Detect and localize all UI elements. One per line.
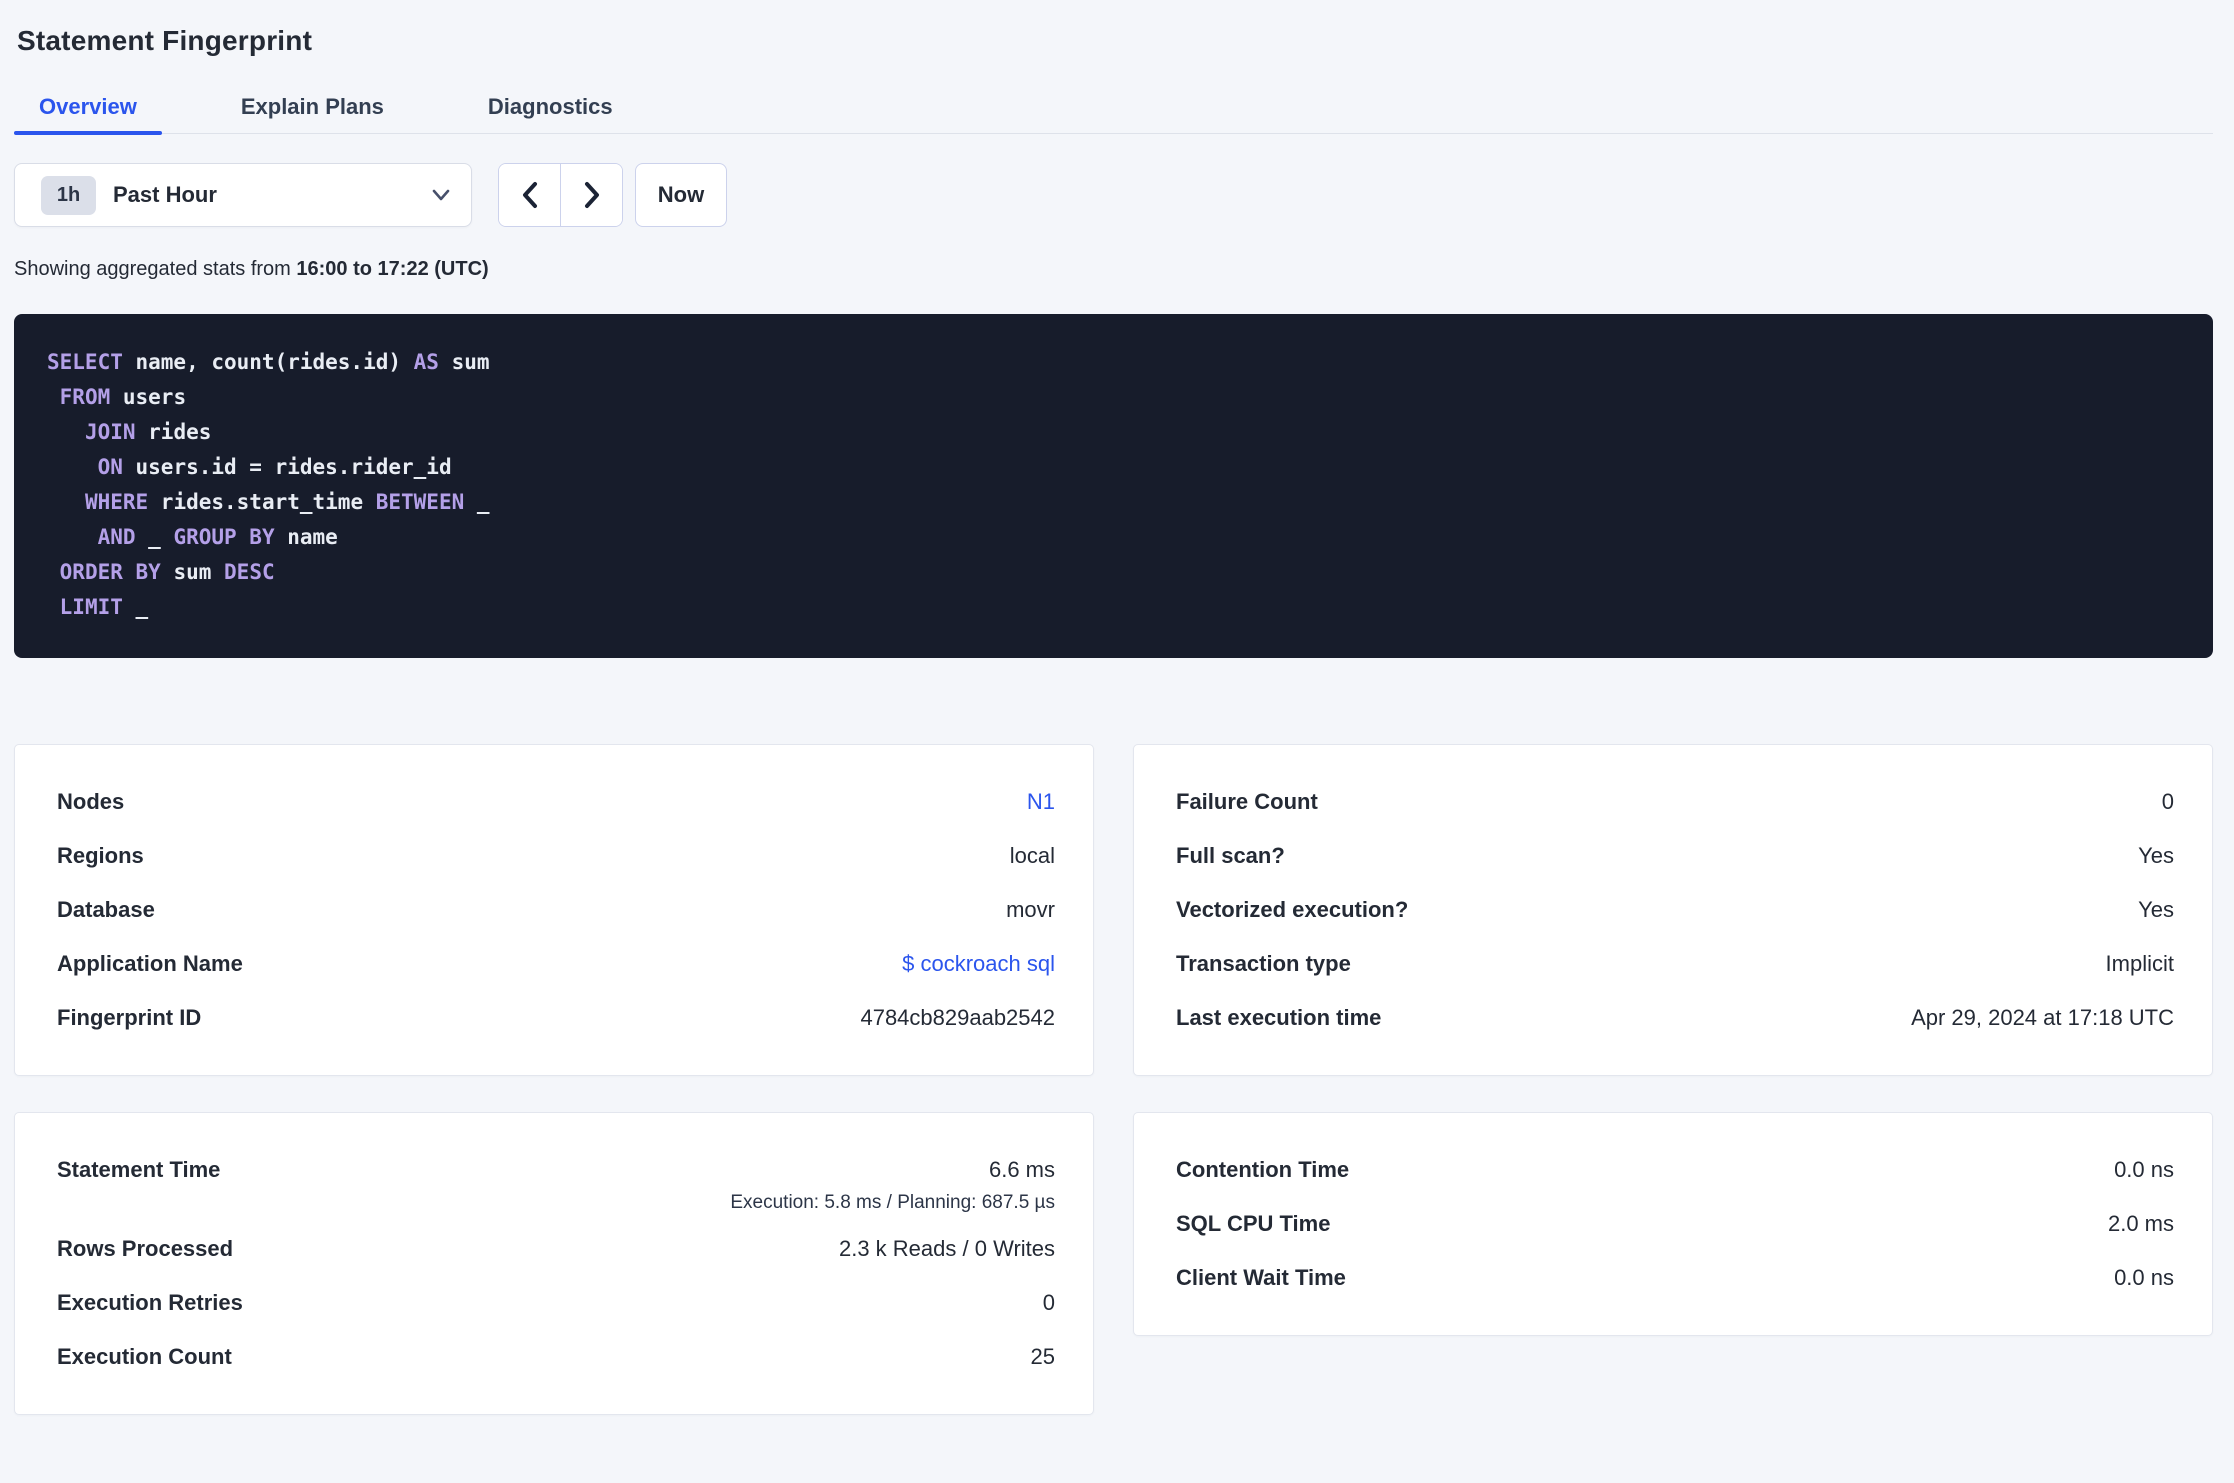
next-interval-button[interactable] [561, 164, 622, 226]
time-range-label: Past Hour [113, 182, 217, 207]
previous-interval-button[interactable] [499, 164, 561, 226]
row-label: Application Name [57, 951, 243, 976]
page-title: Statement Fingerprint [17, 25, 313, 56]
row-label: Database [57, 897, 155, 922]
row-label: Full scan? [1176, 843, 1285, 868]
row-label: Last execution time [1176, 1005, 1382, 1030]
row-database: Database movr [57, 899, 1055, 921]
statement-time-breakdown: Execution: 5.8 ms / Planning: 687.5 µs [730, 1192, 1055, 1213]
row-label: Statement Time [57, 1157, 221, 1182]
row-label: Failure Count [1176, 789, 1318, 814]
row-execution-count: Execution Count 25 [57, 1346, 1055, 1368]
chevron-down-icon [431, 188, 451, 202]
row-value: 2.0 ms [2107, 1211, 2174, 1236]
row-value: local [1009, 843, 1055, 868]
row-value: 25 [1030, 1344, 1055, 1369]
row-value: Yes [2138, 843, 2174, 868]
row-value: 0 [1042, 1290, 1055, 1315]
sql-line: ORDER BY sum DESC [59, 560, 275, 584]
row-failure-count: Failure Count 0 [1176, 791, 2174, 813]
wait-times-card: Contention Time 0.0 ns SQL CPU Time 2.0 … [1133, 1112, 2213, 1336]
now-button[interactable]: Now [635, 163, 727, 227]
sql-line: AND _ GROUP BY name [97, 525, 338, 549]
row-label: Contention Time [1176, 1157, 1350, 1182]
tab-explain-plans[interactable]: Explain Plans [216, 94, 409, 134]
nodes-link[interactable]: N1 [1027, 791, 1055, 813]
chevron-right-icon [583, 181, 601, 209]
row-label: Regions [57, 843, 144, 868]
row-value: Apr 29, 2024 at 17:18 UTC [1911, 1005, 2174, 1030]
row-last-execution-time: Last execution time Apr 29, 2024 at 17:1… [1176, 1007, 2174, 1029]
row-value: 2.3 k Reads / 0 Writes [838, 1236, 1055, 1261]
time-step-buttons [498, 163, 623, 227]
row-value: 0.0 ns [2114, 1157, 2174, 1182]
chevron-left-icon [521, 181, 539, 209]
stats-summary-prefix: Showing aggregated stats from [14, 258, 297, 280]
sql-line: FROM users [59, 385, 187, 409]
row-nodes: Nodes N1 [57, 791, 1055, 813]
time-range-dropdown[interactable]: 1h Past Hour [14, 163, 472, 227]
row-value: 6.6 ms [988, 1157, 1055, 1182]
time-range-badge: 1h [41, 175, 96, 215]
tab-overview[interactable]: Overview [14, 94, 162, 135]
stats-summary-range: 16:00 to 17:22 (UTC) [296, 258, 489, 280]
row-regions: Regions local [57, 845, 1055, 867]
execution-stats-card: Statement Time 6.6 ms Execution: 5.8 ms … [14, 1112, 1094, 1415]
tab-diagnostics[interactable]: Diagnostics [463, 94, 638, 134]
row-label: Client Wait Time [1176, 1265, 1346, 1290]
row-label: Transaction type [1176, 951, 1351, 976]
statement-details-card: Nodes N1 Regions local Database movr App… [14, 744, 1094, 1076]
row-value: 0.0 ns [2114, 1265, 2174, 1290]
sql-line: WHERE rides.start_time BETWEEN _ [84, 490, 490, 514]
statement-fingerprint-page: Statement Fingerprint Overview Explain P… [0, 25, 2234, 1415]
row-application-name: Application Name $ cockroach sql [57, 953, 1055, 975]
row-transaction-type: Transaction type Implicit [1176, 953, 2174, 975]
sql-line: LIMIT _ [59, 595, 149, 619]
row-execution-retries: Execution Retries 0 [57, 1292, 1055, 1314]
sql-line: ON users.id = rides.rider_id [97, 455, 452, 479]
summary-cards: Nodes N1 Regions local Database movr App… [14, 744, 2213, 1415]
row-full-scan: Full scan? Yes [1176, 845, 2174, 867]
row-value: Implicit [2105, 951, 2174, 976]
row-label: Fingerprint ID [57, 1005, 202, 1030]
row-label: Rows Processed [57, 1236, 234, 1261]
sql-line: JOIN rides [84, 420, 212, 444]
row-contention-time: Contention Time 0.0 ns [1176, 1159, 2174, 1181]
row-label: SQL CPU Time [1176, 1211, 1331, 1236]
row-sql-cpu-time: SQL CPU Time 2.0 ms [1176, 1213, 2174, 1235]
row-rows-processed: Rows Processed 2.3 k Reads / 0 Writes [57, 1238, 1055, 1260]
row-statement-time: Statement Time 6.6 ms Execution: 5.8 ms … [57, 1157, 1055, 1213]
row-label: Execution Count [57, 1344, 232, 1369]
row-label: Nodes [57, 789, 125, 814]
row-label: Execution Retries [57, 1290, 243, 1315]
row-vectorized-execution: Vectorized execution? Yes [1176, 899, 2174, 921]
execution-attributes-card: Failure Count 0 Full scan? Yes Vectorize… [1133, 744, 2213, 1076]
sql-statement-box: SELECT name, count(rides.id) AS sum FROM… [14, 314, 2213, 658]
row-label: Vectorized execution? [1176, 897, 1409, 922]
sql-line: SELECT name, count(rides.id) AS sum [47, 350, 490, 374]
application-name-link[interactable]: $ cockroach sql [902, 953, 1055, 975]
time-controls: 1h Past Hour Now [14, 163, 2213, 227]
tab-bar: Overview Explain Plans Diagnostics [14, 94, 2213, 135]
row-value: 4784cb829aab2542 [860, 1005, 1055, 1030]
aggregated-stats-summary: Showing aggregated stats from 16:00 to 1… [14, 258, 2213, 281]
row-value: Yes [2138, 897, 2174, 922]
row-fingerprint-id: Fingerprint ID 4784cb829aab2542 [57, 1007, 1055, 1029]
row-value: movr [1006, 897, 1055, 922]
row-value: 0 [2161, 789, 2174, 814]
row-client-wait-time: Client Wait Time 0.0 ns [1176, 1267, 2174, 1289]
